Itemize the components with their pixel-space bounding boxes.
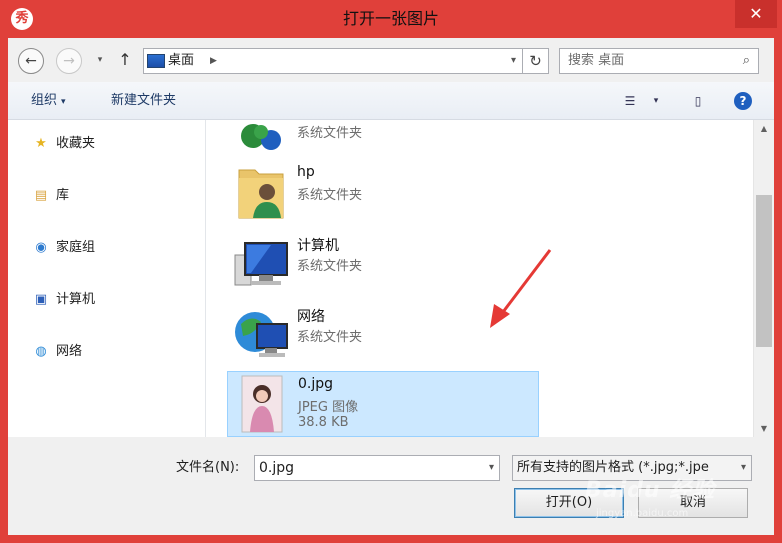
recent-locations-dropdown[interactable]: ▾ <box>94 52 106 68</box>
file-type: 系统文件夹 <box>297 259 363 274</box>
watermark-url: jingyan.baidu.com <box>596 508 689 519</box>
search-icon[interactable]: ⌕ <box>743 49 750 73</box>
image-thumbnail-icon <box>241 375 283 433</box>
filename-label: 文件名(N): <box>176 460 240 475</box>
up-one-level-button[interactable]: ↑ <box>116 49 134 71</box>
search-input[interactable]: 搜索 桌面 ⌕ <box>559 48 759 74</box>
window-title: 打开一张图片 <box>342 9 439 28</box>
network-icon: ◍ <box>35 343 47 359</box>
list-item[interactable]: hp 系统文件夹 <box>227 160 539 224</box>
file-type: JPEG 图像 <box>298 400 359 415</box>
address-dropdown-icon[interactable]: ▾ <box>511 49 516 73</box>
sidebar-item-label: 网络 <box>56 344 83 359</box>
network-folder-icon <box>241 124 281 150</box>
scroll-up-icon[interactable]: ▲ <box>754 120 774 137</box>
organize-menu[interactable]: 组织 ▾ <box>31 82 66 121</box>
command-toolbar: 组织 ▾ 新建文件夹 ☰ ▾ ▯ ? <box>8 82 774 120</box>
sidebar-item-network[interactable]: ◍ 网络 <box>32 339 82 365</box>
refresh-button[interactable]: ↻ <box>523 48 549 74</box>
homegroup-icon: ◉ <box>35 239 47 255</box>
sidebar-item-label: 收藏夹 <box>56 136 96 151</box>
search-placeholder: 搜索 桌面 <box>568 53 625 68</box>
sidebar-item-computer[interactable]: ▣ 计算机 <box>32 287 95 313</box>
file-name: hp <box>297 164 315 180</box>
vertical-scrollbar[interactable]: ▲ ▼ <box>753 120 774 437</box>
filename-field[interactable]: 0.jpg ▾ <box>254 455 500 481</box>
file-list: 系统文件夹 hp 系统文件夹 计算机 系统文件夹 网络 系统文件夹 0.jpg … <box>207 120 753 437</box>
address-text[interactable]: 桌面 <box>168 49 194 73</box>
sidebar-item-label: 计算机 <box>56 292 96 307</box>
navigation-pane: ★ 收藏夹 ▤ 库 ◉ 家庭组 ▣ 计算机 ◍ 网络 <box>8 120 206 437</box>
forward-button[interactable]: → <box>56 48 82 74</box>
annotation-arrow-icon <box>490 249 552 328</box>
filename-value[interactable]: 0.jpg <box>259 460 294 476</box>
change-view-icon[interactable]: ☰ <box>620 93 640 109</box>
close-button[interactable]: ✕ <box>735 0 777 28</box>
list-item[interactable]: 系统文件夹 <box>227 120 539 164</box>
user-folder-icon <box>238 169 284 219</box>
chevron-down-icon: ▾ <box>61 97 66 107</box>
file-type: 系统文件夹 <box>297 126 363 141</box>
list-item-selected[interactable]: 0.jpg JPEG 图像 38.8 KB <box>227 371 539 437</box>
sidebar-item-homegroup[interactable]: ◉ 家庭组 <box>32 235 95 261</box>
dialog-client: ← → ▾ ↑ 桌面 ▶ ▾ ↻ 搜索 桌面 ⌕ 组织 ▾ 新建文件夹 ☰ ▾ ▯ <box>8 38 774 535</box>
chevron-down-icon[interactable]: ▾ <box>738 456 746 480</box>
scroll-thumb[interactable] <box>756 195 772 347</box>
view-options-chevron-icon[interactable]: ▾ <box>646 93 666 109</box>
chevron-down-icon[interactable]: ▾ <box>489 456 494 480</box>
file-type: 系统文件夹 <box>297 188 363 203</box>
breadcrumb-chevron-icon[interactable]: ▶ <box>210 49 217 73</box>
organize-label: 组织 <box>31 93 58 108</box>
network-icon <box>235 312 288 357</box>
file-name: 计算机 <box>297 238 339 254</box>
preview-pane-icon[interactable]: ▯ <box>688 93 708 109</box>
back-button[interactable]: ← <box>18 48 44 74</box>
desktop-icon <box>147 54 165 68</box>
scroll-down-icon[interactable]: ▼ <box>754 420 774 437</box>
sidebar-item-label: 家庭组 <box>56 240 96 255</box>
file-open-dialog: 秀 打开一张图片 ✕ ← → ▾ ↑ 桌面 ▶ ▾ ↻ 搜索 桌面 ⌕ 组织▾ <box>0 0 782 543</box>
star-icon: ★ <box>35 135 47 151</box>
sidebar-item-label: 库 <box>56 188 70 203</box>
file-size: 38.8 KB <box>298 415 349 430</box>
title-bar: 秀 打开一张图片 ✕ <box>0 0 782 38</box>
navigation-bar: ← → ▾ ↑ 桌面 ▶ ▾ ↻ 搜索 桌面 ⌕ <box>8 38 774 82</box>
address-bar[interactable]: 桌面 ▶ ▾ <box>143 48 523 74</box>
sidebar-item-library[interactable]: ▤ 库 <box>32 183 69 209</box>
help-icon[interactable]: ? <box>734 92 752 110</box>
computer-icon: ▣ <box>34 291 48 307</box>
file-type: 系统文件夹 <box>297 330 363 345</box>
library-icon: ▤ <box>34 187 48 203</box>
browser-area: ★ 收藏夹 ▤ 库 ◉ 家庭组 ▣ 计算机 ◍ 网络 系统文件夹 hp 系统文件… <box>8 120 774 437</box>
new-folder-button[interactable]: 新建文件夹 <box>111 82 176 120</box>
file-name: 网络 <box>297 309 325 325</box>
computer-icon <box>234 242 288 286</box>
file-name: 0.jpg <box>298 376 334 392</box>
sidebar-item-favorites[interactable]: ★ 收藏夹 <box>32 131 95 157</box>
watermark-logo: Baidu 经验 <box>585 478 716 503</box>
